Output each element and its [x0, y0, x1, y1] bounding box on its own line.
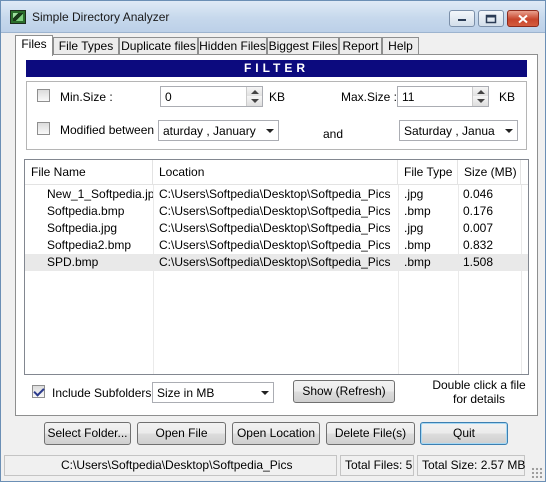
min-size-checkbox[interactable]	[37, 89, 50, 102]
file-type-cell: .jpg	[404, 221, 424, 235]
size-cell: 0.832	[463, 238, 494, 252]
location-cell: C:\Users\Softpedia\Desktop\Softpedia_Pic…	[159, 238, 391, 252]
file-type-cell: .bmp	[404, 204, 431, 218]
modified-between-label: Modified between :	[60, 123, 161, 137]
file-type-cell: .bmp	[404, 238, 431, 252]
chevron-down-icon[interactable]	[256, 383, 273, 402]
min-size-spinner[interactable]: 0	[160, 86, 263, 107]
filter-header: FILTER	[26, 60, 527, 77]
file-name-cell: Softpedia.bmp	[47, 204, 125, 218]
filter-box: Min.Size : 0 KB Max.Size : 11 KB Modifie…	[26, 81, 527, 150]
max-size-unit: KB	[499, 90, 516, 104]
include-subfolders-label: Include Subfolders	[52, 386, 152, 400]
min-size-unit: KB	[269, 90, 286, 104]
status-total-size: Total Size: 2.57 MB	[417, 455, 525, 476]
close-icon	[518, 14, 528, 23]
column-header-size[interactable]: Size (MB)	[458, 160, 521, 185]
resize-grip-icon[interactable]	[531, 467, 542, 478]
table-row[interactable]: Softpedia.jpg C:\Users\Softpedia\Desktop…	[25, 220, 528, 237]
modified-between-checkbox[interactable]	[37, 122, 50, 135]
and-label: and	[323, 127, 344, 141]
files-tab-panel: FILTER Min.Size : 0 KB Max.Size : 11 KB …	[15, 54, 538, 416]
column-header-file-name[interactable]: File Name	[25, 160, 153, 185]
table-row-selected[interactable]: SPD.bmp C:\Users\Softpedia\Desktop\Softp…	[25, 254, 528, 271]
table-row[interactable]: Softpedia.bmp C:\Users\Softpedia\Desktop…	[25, 203, 528, 220]
max-size-value: 11	[402, 90, 415, 104]
tab-files[interactable]: Files	[15, 35, 53, 56]
file-name-cell: New_1_Softpedia.jpg	[47, 187, 153, 201]
minimize-button[interactable]	[449, 10, 475, 27]
size-unit-select[interactable]: Size in MB	[152, 382, 274, 403]
tab-help[interactable]: Help	[382, 37, 419, 55]
chevron-down-icon[interactable]	[261, 121, 278, 140]
table-row[interactable]: Softpedia2.bmp C:\Users\Softpedia\Deskto…	[25, 237, 528, 254]
max-size-spinner[interactable]: 11	[397, 86, 489, 107]
min-size-value: 0	[165, 90, 172, 104]
minimize-icon	[458, 18, 466, 21]
file-list[interactable]: File Name Location File Type Size (MB) N…	[24, 159, 529, 375]
location-cell: C:\Users\Softpedia\Desktop\Softpedia_Pic…	[159, 187, 391, 201]
column-header-location[interactable]: Location	[153, 160, 398, 185]
modified-from-value: aturday , January	[163, 124, 256, 138]
modified-from-date-picker[interactable]: aturday , January	[158, 120, 279, 141]
location-cell: C:\Users\Softpedia\Desktop\Softpedia_Pic…	[159, 204, 391, 218]
location-cell: C:\Users\Softpedia\Desktop\Softpedia_Pic…	[159, 221, 391, 235]
open-file-button[interactable]: Open File	[137, 422, 226, 445]
spin-down-icon[interactable]	[246, 96, 262, 106]
modified-to-value: Saturday , Janua	[404, 124, 495, 138]
tab-hidden-files[interactable]: Hidden Files	[198, 37, 267, 55]
file-type-cell: .bmp	[404, 255, 431, 269]
size-cell: 1.508	[463, 255, 494, 269]
delete-files-button[interactable]: Delete File(s)	[326, 422, 415, 445]
app-icon	[10, 10, 26, 24]
table-row[interactable]: New_1_Softpedia.jpg C:\Users\Softpedia\D…	[25, 186, 528, 203]
status-total-files: Total Files: 5	[340, 455, 414, 476]
location-cell: C:\Users\Softpedia\Desktop\Softpedia_Pic…	[159, 255, 391, 269]
maximize-icon	[485, 14, 497, 23]
modified-to-date-picker[interactable]: Saturday , Janua	[399, 120, 518, 141]
show-refresh-button[interactable]: Show (Refresh)	[293, 380, 395, 403]
window-title: Simple Directory Analyzer	[32, 10, 170, 24]
app-window: Simple Directory Analyzer Files File Typ…	[0, 0, 546, 482]
file-name-cell: SPD.bmp	[47, 255, 99, 269]
min-size-label: Min.Size :	[60, 90, 113, 104]
column-header-file-type[interactable]: File Type	[398, 160, 458, 185]
include-subfolders-checkbox[interactable]	[32, 385, 45, 398]
open-location-button[interactable]: Open Location	[232, 422, 320, 445]
double-click-hint: Double click a file for details	[432, 378, 526, 406]
status-bar: C:\Users\Softpedia\Desktop\Softpedia_Pic…	[1, 450, 545, 481]
size-unit-value: Size in MB	[157, 386, 215, 400]
spin-down-icon[interactable]	[472, 96, 488, 106]
maximize-button[interactable]	[478, 10, 504, 27]
size-cell: 0.176	[463, 204, 494, 218]
close-button[interactable]	[507, 10, 539, 27]
quit-button[interactable]: Quit	[420, 422, 508, 445]
status-path: C:\Users\Softpedia\Desktop\Softpedia_Pic…	[4, 455, 337, 476]
size-cell: 0.046	[463, 187, 494, 201]
max-size-label: Max.Size :	[341, 90, 398, 104]
tab-biggest-files[interactable]: Biggest Files	[267, 37, 339, 55]
chevron-down-icon[interactable]	[500, 121, 517, 140]
file-type-cell: .jpg	[404, 187, 424, 201]
tab-file-types[interactable]: File Types	[53, 37, 119, 55]
size-cell: 0.007	[463, 221, 494, 235]
title-bar[interactable]: Simple Directory Analyzer	[1, 1, 545, 33]
select-folder-button[interactable]: Select Folder...	[44, 422, 131, 445]
file-name-cell: Softpedia2.bmp	[47, 238, 132, 252]
tab-report[interactable]: Report	[339, 37, 382, 55]
file-name-cell: Softpedia.jpg	[47, 221, 118, 235]
file-list-header: File Name Location File Type Size (MB)	[25, 160, 528, 185]
tab-duplicate-files[interactable]: Duplicate files	[119, 37, 198, 55]
